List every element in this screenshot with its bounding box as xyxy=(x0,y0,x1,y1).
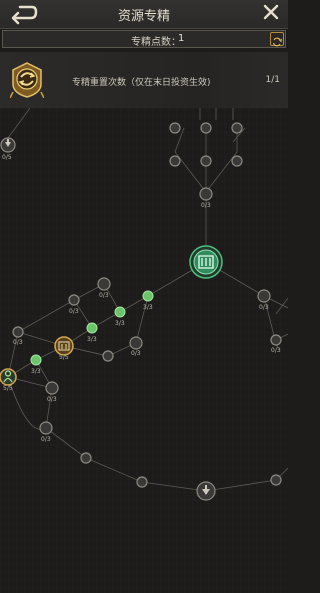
special-count: 1/1 xyxy=(265,75,280,85)
node-top-2[interactable] xyxy=(200,122,212,134)
points-value: 1 xyxy=(178,33,185,44)
node-d1[interactable] xyxy=(97,277,111,291)
node-label: 0/3 xyxy=(41,436,51,443)
node-a1[interactable] xyxy=(142,290,154,302)
node-top-5[interactable] xyxy=(200,155,212,167)
node-a3[interactable] xyxy=(86,322,98,334)
node-label: 0/3 xyxy=(13,339,23,346)
special-skill-button[interactable] xyxy=(9,62,45,99)
node-label: 3/3 xyxy=(115,320,125,327)
node-label: 0/3 xyxy=(201,202,211,209)
node-f1[interactable] xyxy=(39,421,53,435)
node-e1[interactable] xyxy=(102,350,114,362)
points-label: 专精点数： xyxy=(131,37,181,48)
node-r2[interactable] xyxy=(270,334,282,346)
node-a4[interactable] xyxy=(30,354,42,366)
refresh-icon xyxy=(272,37,282,47)
page-title: 资源专精 xyxy=(117,9,170,24)
node-f2[interactable] xyxy=(80,452,92,464)
close-button[interactable] xyxy=(260,1,282,23)
node-label: 0/3 xyxy=(271,347,281,354)
gold-emblem-icon xyxy=(9,62,45,99)
node-label: 0/5 xyxy=(2,154,12,161)
node-top-4[interactable] xyxy=(169,155,181,167)
node-label: 3/3 xyxy=(143,304,153,311)
node-d3[interactable] xyxy=(129,336,143,350)
node-label: 0/3 xyxy=(99,292,109,299)
special-description: 专精重置次数（仅在末日投资生效) xyxy=(72,78,211,88)
key-node-large[interactable] xyxy=(189,245,223,279)
node-top-3[interactable] xyxy=(231,122,243,134)
node-f4[interactable] xyxy=(270,474,282,486)
node-e2[interactable] xyxy=(45,381,59,395)
node-label: 0/3 xyxy=(259,304,269,311)
node-top-6[interactable] xyxy=(231,155,243,167)
points-bar: 专精点数： 1 xyxy=(2,30,286,48)
node-r1[interactable] xyxy=(257,289,271,303)
node-label: 3/3 xyxy=(87,336,97,343)
node-left-active[interactable] xyxy=(0,368,17,386)
node-a2[interactable] xyxy=(114,306,126,318)
node-label: 0/3 xyxy=(131,350,141,357)
reset-count-panel: 专精重置次数（仅在末日投资生效) 1/1 xyxy=(0,52,288,108)
skill-tree: 0/5 0/3 0/3 0/3 3/3 3/3 3/3 3/3 5/5 0/3 … xyxy=(0,108,288,593)
node-label: 5/5 xyxy=(59,354,69,361)
node-d2[interactable] xyxy=(68,294,80,306)
node-label: 3/3 xyxy=(31,368,41,375)
node-label: 0/3 xyxy=(47,396,57,403)
node-label: 5/5 xyxy=(3,385,13,392)
header-bar: 资源专精 xyxy=(0,0,288,29)
node-c-mid[interactable] xyxy=(199,187,213,201)
node-label: 0/3 xyxy=(69,308,79,315)
node-main[interactable] xyxy=(54,336,74,356)
node-f3[interactable] xyxy=(136,476,148,488)
node-d4[interactable] xyxy=(12,326,24,338)
grid-background xyxy=(0,108,288,593)
close-icon xyxy=(263,4,279,20)
node-top-1[interactable] xyxy=(169,122,181,134)
refresh-button[interactable] xyxy=(270,32,284,47)
